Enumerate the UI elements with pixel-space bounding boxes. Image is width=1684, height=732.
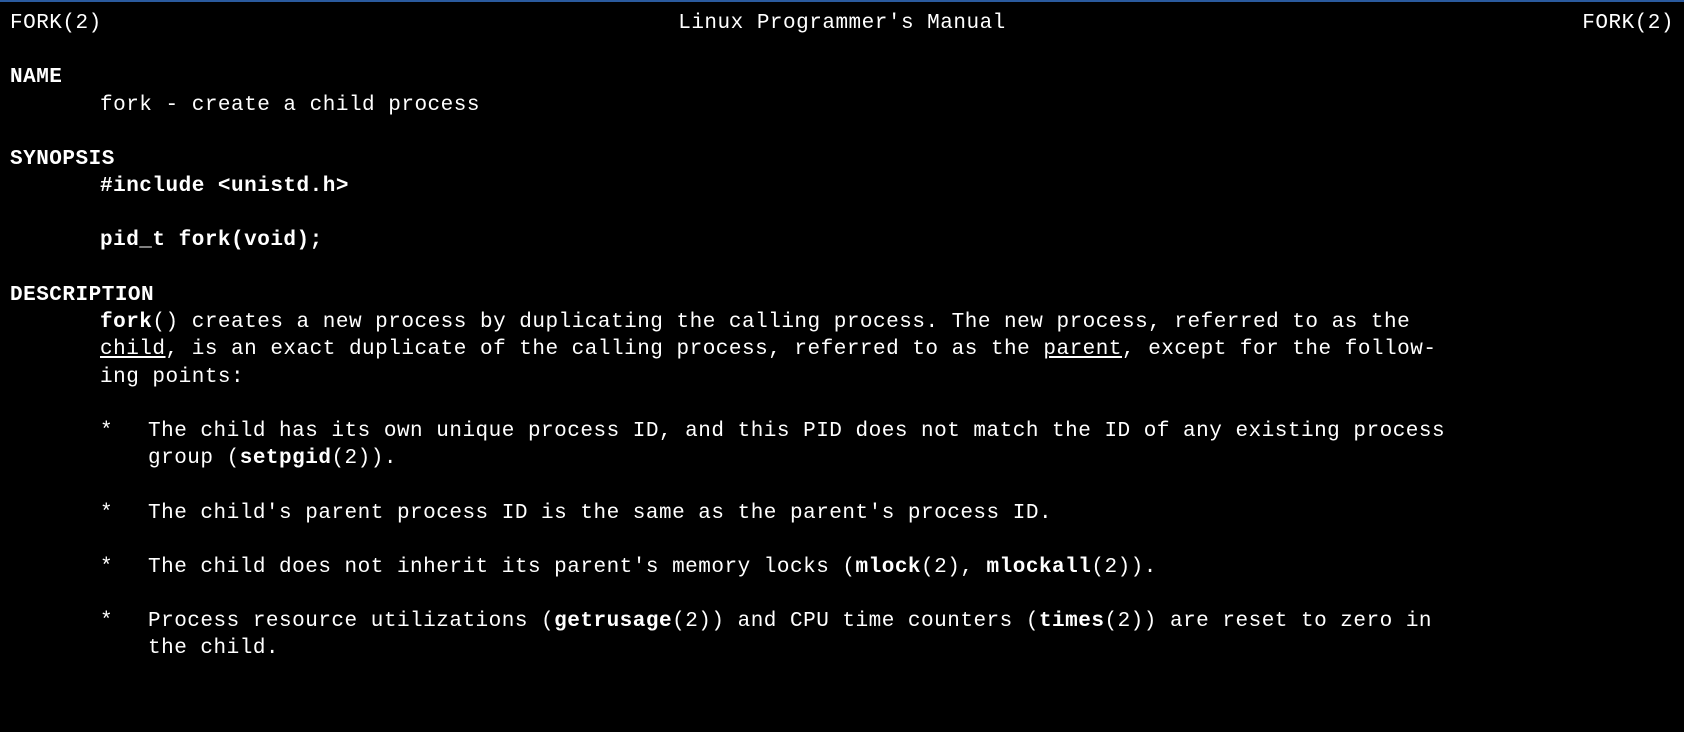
- bullet-marker: *: [100, 608, 148, 663]
- name-content: fork - create a child process: [100, 92, 1674, 119]
- bullet2-line1: The child's parent process ID is the sam…: [148, 502, 1052, 525]
- header-center: Linux Programmer's Manual: [678, 10, 1006, 37]
- bullet-item: * The child's parent process ID is the s…: [100, 500, 1674, 527]
- section-name-heading: NAME: [10, 64, 1674, 91]
- bullet-content: The child's parent process ID is the sam…: [148, 500, 1674, 527]
- bullet1-line1: The child has its own unique process ID,…: [148, 420, 1445, 443]
- bullet4-line2: the child.: [148, 637, 279, 660]
- desc-line3: ing points:: [100, 366, 244, 389]
- bullet3-bold2: mlockall: [987, 556, 1092, 579]
- bullet4-pre: Process resource utilizations (: [148, 610, 554, 633]
- bullet3-post: (2)).: [1091, 556, 1157, 579]
- bullet1-bold1: setpgid: [240, 447, 332, 470]
- child-underline: child: [100, 338, 166, 361]
- synopsis-include: #include <unistd.h>: [100, 173, 1674, 200]
- description-intro: fork() creates a new process by duplicat…: [100, 309, 1674, 391]
- bullet-marker: *: [100, 418, 148, 473]
- bullet3-pre: The child does not inherit its parent's …: [148, 556, 856, 579]
- bullet-marker: *: [100, 500, 148, 527]
- bullet4-mid: (2)) and CPU time counters (: [672, 610, 1039, 633]
- bullet3-mid: (2),: [921, 556, 987, 579]
- fork-bold: fork: [100, 311, 152, 334]
- bullet4-post: (2)) are reset to zero in: [1104, 610, 1432, 633]
- bullet1-line2-post: (2)).: [331, 447, 397, 470]
- desc-line1: () creates a new process by duplicating …: [152, 311, 1410, 334]
- bullet-content: The child does not inherit its parent's …: [148, 554, 1674, 581]
- bullet-content: The child has its own unique process ID,…: [148, 418, 1674, 473]
- desc-line2-mid: , is an exact duplicate of the calling p…: [166, 338, 1044, 361]
- bullet1-line2-pre: group (: [148, 447, 240, 470]
- bullet-item: * The child does not inherit its parent'…: [100, 554, 1674, 581]
- header-right: FORK(2): [1582, 10, 1674, 37]
- header-left: FORK(2): [10, 10, 102, 37]
- section-synopsis-heading: SYNOPSIS: [10, 146, 1674, 173]
- manpage-header: FORK(2) Linux Programmer's Manual FORK(2…: [10, 10, 1674, 37]
- bullet4-bold1: getrusage: [554, 610, 672, 633]
- parent-underline: parent: [1043, 338, 1122, 361]
- desc-line2-end: , except for the follow-: [1122, 338, 1436, 361]
- synopsis-signature: pid_t fork(void);: [100, 227, 1674, 254]
- bullet-content: Process resource utilizations (getrusage…: [148, 608, 1674, 663]
- bullet-item: * Process resource utilizations (getrusa…: [100, 608, 1674, 663]
- section-description-heading: DESCRIPTION: [10, 282, 1674, 309]
- bullet3-bold1: mlock: [856, 556, 922, 579]
- bullet-marker: *: [100, 554, 148, 581]
- bullet-item: * The child has its own unique process I…: [100, 418, 1674, 473]
- bullet4-bold2: times: [1039, 610, 1105, 633]
